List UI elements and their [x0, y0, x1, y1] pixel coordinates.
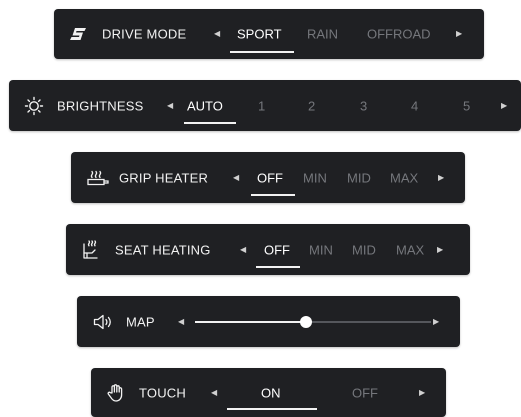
grip-heater-option-min[interactable]: MIN — [303, 170, 327, 185]
seat-heating-prev-arrow[interactable]: ◀ — [240, 245, 246, 254]
drive-mode-prev-arrow[interactable]: ◀ — [214, 30, 220, 38]
grip-heater-icon — [87, 170, 109, 185]
drive-mode-next-arrow[interactable]: ▶ — [456, 30, 462, 38]
map-slider-fill — [195, 320, 306, 323]
drive-mode-option-sport[interactable]: SPORT — [237, 27, 282, 42]
brightness-option-1[interactable]: 1 — [258, 98, 265, 113]
brightness-option-5[interactable]: 5 — [463, 98, 470, 113]
seat-heating-panel: SEAT HEATING ◀ OFF MIN MID MAX ▶ — [66, 224, 470, 275]
brightness-prev-arrow[interactable]: ◀ — [167, 101, 173, 110]
map-slider-knob[interactable] — [300, 315, 312, 328]
map-next-arrow[interactable]: ▶ — [433, 317, 439, 326]
map-panel: MAP ◀ ▶ — [77, 296, 460, 347]
s-logo-icon — [70, 28, 86, 40]
seat-heating-next-arrow[interactable]: ▶ — [437, 245, 443, 254]
drive-mode-option-offroad[interactable]: OFFROAD — [367, 27, 431, 42]
touch-selected-underline — [227, 408, 317, 410]
touch-next-arrow[interactable]: ▶ — [419, 388, 425, 397]
drive-mode-selected-underline — [230, 51, 294, 53]
map-label: MAP — [126, 314, 155, 329]
touch-panel: TOUCH ◀ ON OFF ▶ — [91, 368, 446, 417]
touch-option-off[interactable]: OFF — [352, 385, 378, 400]
seat-heating-icon — [83, 239, 98, 259]
brightness-selected-underline — [184, 122, 236, 124]
brightness-panel: BRIGHTNESS ◀ AUTO 1 2 3 4 5 ▶ — [9, 80, 521, 131]
grip-heater-panel: GRIP HEATER ◀ OFF MIN MID MAX ▶ — [71, 152, 465, 203]
seat-heating-label: SEAT HEATING — [115, 242, 211, 257]
brightness-option-4[interactable]: 4 — [411, 98, 418, 113]
speaker-icon — [93, 314, 111, 329]
brightness-icon — [24, 96, 44, 115]
seat-heating-option-min[interactable]: MIN — [309, 242, 333, 257]
brightness-option-auto[interactable]: AUTO — [187, 98, 223, 113]
seat-heating-option-mid[interactable]: MID — [352, 242, 376, 257]
brightness-option-2[interactable]: 2 — [308, 98, 315, 113]
touch-prev-arrow[interactable]: ◀ — [211, 388, 217, 397]
brightness-label: BRIGHTNESS — [57, 98, 144, 113]
seat-heating-option-off[interactable]: OFF — [264, 242, 290, 257]
touch-option-on[interactable]: ON — [261, 385, 281, 400]
grip-heater-next-arrow[interactable]: ▶ — [438, 173, 444, 182]
map-prev-arrow[interactable]: ◀ — [178, 317, 184, 326]
grip-heater-option-mid[interactable]: MID — [347, 170, 371, 185]
drive-mode-label: DRIVE MODE — [102, 26, 187, 42]
drive-mode-option-rain[interactable]: RAIN — [307, 27, 338, 42]
drive-mode-panel: DRIVE MODE ◀ SPORT RAIN OFFROAD ▶ — [54, 9, 484, 59]
map-volume-slider[interactable] — [195, 296, 431, 347]
hand-touch-icon — [107, 383, 123, 402]
grip-heater-option-max[interactable]: MAX — [390, 170, 418, 185]
seat-heating-option-max[interactable]: MAX — [396, 242, 424, 257]
grip-heater-prev-arrow[interactable]: ◀ — [233, 173, 239, 182]
grip-heater-label: GRIP HEATER — [119, 170, 209, 185]
seat-heating-selected-underline — [256, 266, 300, 268]
brightness-option-3[interactable]: 3 — [360, 98, 367, 113]
grip-heater-selected-underline — [251, 194, 295, 196]
touch-label: TOUCH — [139, 385, 186, 400]
brightness-next-arrow[interactable]: ▶ — [501, 101, 507, 110]
grip-heater-option-off[interactable]: OFF — [257, 170, 283, 185]
